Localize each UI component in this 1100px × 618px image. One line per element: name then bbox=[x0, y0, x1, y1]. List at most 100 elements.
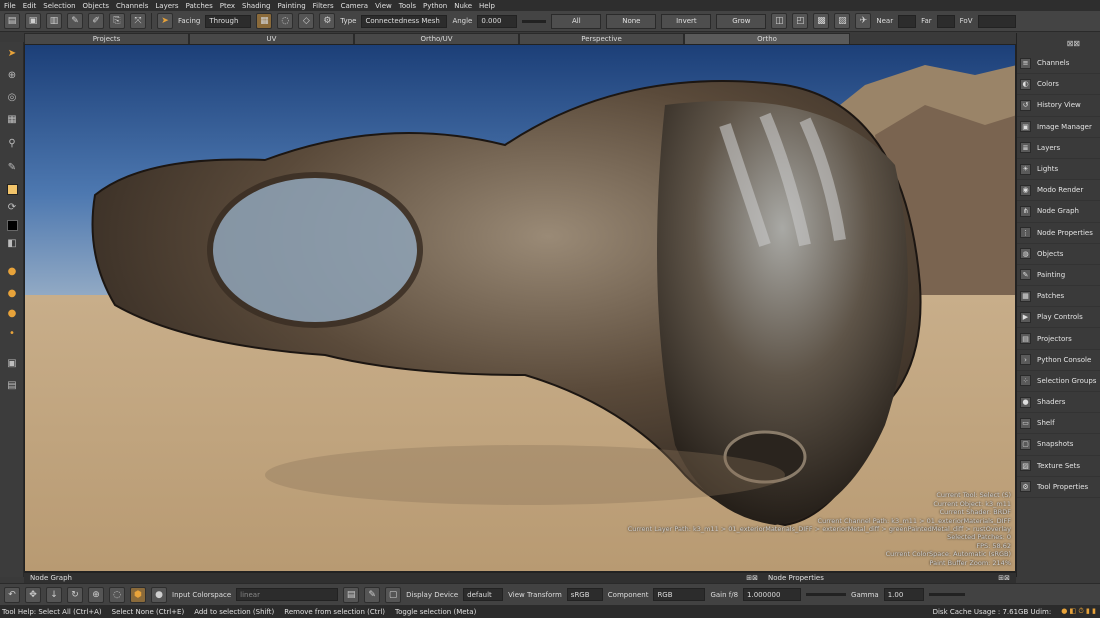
type-dropdown[interactable]: Connectedness Mesh bbox=[361, 14, 448, 28]
clone-icon[interactable]: ⎘ bbox=[109, 13, 125, 29]
select-settings-icon[interactable]: ⚙ bbox=[319, 13, 336, 29]
document-icon[interactable]: ▤ bbox=[343, 586, 360, 603]
menu-view[interactable]: View bbox=[375, 2, 392, 10]
panel-item-snapshots[interactable]: ▢ Snapshots bbox=[1017, 434, 1100, 456]
panel-item-modo-render[interactable]: ◉ Modo Render bbox=[1017, 180, 1100, 202]
crosshair-icon[interactable]: ⊕ bbox=[88, 586, 104, 603]
projector-icon[interactable]: ▤ bbox=[5, 378, 19, 392]
panel-item-painting[interactable]: ✎ Painting bbox=[1017, 265, 1100, 287]
menu-camera[interactable]: Camera bbox=[341, 2, 368, 10]
save-project-icon[interactable]: ▥ bbox=[46, 13, 62, 29]
panel-item-layers[interactable]: ≣ Layers bbox=[1017, 138, 1100, 159]
polygon-select-icon[interactable]: ◇ bbox=[298, 13, 315, 29]
transform-icon[interactable]: ⤧ bbox=[130, 13, 146, 29]
panel-item-channels[interactable]: ≡ Channels bbox=[1017, 53, 1100, 75]
panel-item-node-properties[interactable]: ⋮ Node Properties bbox=[1017, 223, 1100, 244]
grow-selection-button[interactable]: Grow bbox=[716, 13, 767, 29]
background-color-swatch[interactable] bbox=[5, 218, 19, 232]
node-properties-header[interactable]: Node Properties ⊞⊠ bbox=[764, 572, 1016, 583]
3d-viewport[interactable]: Current Tool: Select (S) Current Object:… bbox=[24, 44, 1016, 572]
input-colorspace-dropdown[interactable]: linear bbox=[236, 588, 339, 601]
menu-patches[interactable]: Patches bbox=[186, 2, 213, 10]
tab-projects[interactable]: Projects bbox=[24, 33, 189, 44]
select-icon[interactable]: ➤ bbox=[5, 46, 19, 60]
default-colors-icon[interactable]: ◧ bbox=[5, 236, 19, 250]
tab-ortho-uv[interactable]: Ortho/UV bbox=[354, 33, 519, 44]
menu-objects[interactable]: Objects bbox=[83, 2, 109, 10]
stencil-icon[interactable]: ▣ bbox=[5, 356, 19, 370]
tab-perspective[interactable]: Perspective bbox=[519, 33, 684, 44]
panel-item-shaders[interactable]: ● Shaders bbox=[1017, 392, 1100, 414]
fov-field[interactable] bbox=[977, 14, 1016, 28]
menu-layers[interactable]: Layers bbox=[155, 2, 178, 10]
colorspace-icon[interactable]: ● bbox=[151, 586, 167, 603]
cube-view-icon[interactable]: ◫ bbox=[771, 13, 788, 29]
node-properties-controls-icon[interactable]: ⊞⊠ bbox=[998, 574, 1010, 582]
gain-slider[interactable] bbox=[806, 593, 847, 596]
near-field[interactable] bbox=[898, 14, 917, 28]
panel-item-selection-groups[interactable]: ⁘ Selection Groups bbox=[1017, 371, 1100, 392]
component-dropdown[interactable]: RGB bbox=[653, 588, 706, 601]
zoom-icon[interactable]: ⚲ bbox=[5, 136, 19, 150]
eyedropper-bottom-icon[interactable]: ✎ bbox=[364, 586, 381, 603]
paint-bucket-icon[interactable]: ● bbox=[5, 286, 19, 300]
tab-uv[interactable]: UV bbox=[189, 33, 354, 44]
paint-brush-icon[interactable]: ● bbox=[5, 264, 19, 278]
facing-dropdown[interactable]: Through bbox=[205, 14, 252, 28]
swap-colors-icon[interactable]: ⟳ bbox=[5, 200, 19, 214]
lasso-select-icon[interactable]: ◌ bbox=[277, 13, 294, 29]
panel-item-objects[interactable]: ◍ Objects bbox=[1017, 244, 1100, 265]
gamma-field[interactable]: 1.00 bbox=[883, 588, 924, 601]
paint-blur-icon[interactable]: ● bbox=[5, 306, 19, 320]
texture-view-icon[interactable]: ▨ bbox=[834, 13, 851, 29]
panel-item-play-controls[interactable]: ▶ Play Controls bbox=[1017, 307, 1100, 329]
foreground-color-swatch[interactable] bbox=[5, 182, 19, 196]
node-graph-controls-icon[interactable]: ⊞⊠ bbox=[746, 574, 758, 582]
menu-shading[interactable]: Shading bbox=[242, 2, 270, 10]
down-arrow-icon[interactable]: ↓ bbox=[46, 586, 62, 603]
panel-close-icon[interactable]: ⊠⊠ bbox=[1067, 39, 1080, 48]
panel-item-lights[interactable]: ☀ Lights bbox=[1017, 159, 1100, 181]
lasso-icon[interactable]: ◌ bbox=[109, 586, 125, 603]
panel-item-python-console[interactable]: › Python Console bbox=[1017, 350, 1100, 371]
panel-item-projectors[interactable]: ▤ Projectors bbox=[1017, 328, 1100, 350]
far-field[interactable] bbox=[936, 14, 955, 28]
checker-icon[interactable]: ▩ bbox=[813, 13, 830, 29]
panel-item-node-graph[interactable]: ⋔ Node Graph bbox=[1017, 201, 1100, 223]
menu-selection[interactable]: Selection bbox=[43, 2, 75, 10]
camera-icon[interactable]: ✈ bbox=[855, 13, 872, 29]
display-device-dropdown[interactable]: default bbox=[463, 588, 504, 601]
panel-item-patches[interactable]: ▦ Patches bbox=[1017, 286, 1100, 308]
angle-slider[interactable] bbox=[522, 19, 547, 23]
undo-icon[interactable]: ↶ bbox=[4, 586, 20, 603]
menu-help[interactable]: Help bbox=[479, 2, 495, 10]
paint-through-icon[interactable]: ✎ bbox=[67, 13, 83, 29]
toggle-lut-icon[interactable]: ▢ bbox=[385, 586, 402, 603]
pan-icon[interactable]: ✥ bbox=[25, 586, 41, 603]
wireframe-icon[interactable]: ◰ bbox=[792, 13, 809, 29]
select-all-button[interactable]: All bbox=[551, 13, 602, 29]
gamma-slider[interactable] bbox=[928, 593, 965, 596]
hexagon-icon[interactable]: ⬢ bbox=[130, 586, 146, 603]
panel-item-shelf[interactable]: ▭ Shelf bbox=[1017, 413, 1100, 435]
invert-selection-button[interactable]: Invert bbox=[661, 13, 712, 29]
gain-field[interactable]: 1.000000 bbox=[743, 588, 802, 601]
eyedropper-icon[interactable]: ✎ bbox=[5, 160, 19, 174]
panel-item-colors[interactable]: ◐ Colors bbox=[1017, 74, 1100, 96]
angle-field[interactable]: 0.000 bbox=[477, 14, 518, 28]
menu-file[interactable]: File bbox=[4, 2, 16, 10]
menu-ptex[interactable]: Ptex bbox=[220, 2, 235, 10]
menu-channels[interactable]: Channels bbox=[116, 2, 148, 10]
panel-item-history-view[interactable]: ↺ History View bbox=[1017, 95, 1100, 117]
menu-edit[interactable]: Edit bbox=[23, 2, 37, 10]
paint-erase-icon[interactable]: • bbox=[5, 326, 19, 340]
select-none-button[interactable]: None bbox=[606, 13, 657, 29]
menu-filters[interactable]: Filters bbox=[313, 2, 334, 10]
node-graph-header[interactable]: Node Graph ⊞⊠ bbox=[24, 572, 764, 583]
open-project-icon[interactable]: ▣ bbox=[25, 13, 41, 29]
grid-icon[interactable]: ▦ bbox=[5, 112, 19, 126]
view-transform-dropdown[interactable]: sRGB bbox=[566, 588, 603, 601]
target-icon[interactable]: ◎ bbox=[5, 90, 19, 104]
marquee-select-icon[interactable]: ▦ bbox=[256, 13, 273, 29]
menu-tools[interactable]: Tools bbox=[399, 2, 416, 10]
